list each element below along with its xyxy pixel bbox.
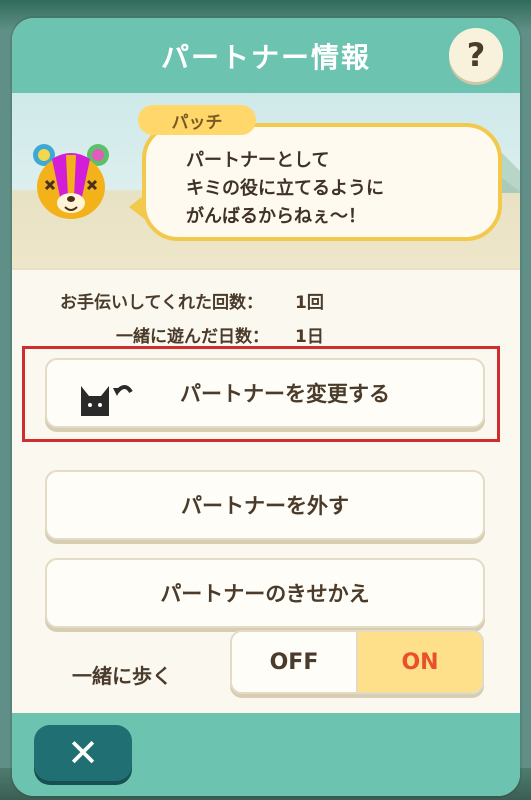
close-button[interactable]: ✕ [34, 725, 132, 781]
footer-bar: ✕ [12, 713, 520, 796]
remove-partner-label: パートナーを外す [181, 494, 349, 518]
partner-scene: パッチ パートナーとして キミの役に立てるように がんばるからねぇ～！ [12, 93, 520, 268]
help-button[interactable]: ? [449, 28, 503, 82]
change-partner-label: パートナーを変更する [180, 382, 390, 406]
question-mark-icon: ? [466, 36, 486, 74]
partner-info-dialog: パートナー情報 ? パッチ パートナーとして キミの役に立てるように がんばるか… [12, 18, 520, 796]
partner-name-tag: パッチ [138, 105, 256, 135]
title-bar: パートナー情報 [12, 18, 520, 93]
cat-swap-icon [81, 385, 133, 416]
page-title: パートナー情報 [160, 40, 371, 74]
speech-line: キミの役に立てるように [186, 178, 384, 199]
walk-together-toggle: OFF ON [230, 630, 484, 694]
toggle-off-option[interactable]: OFF [232, 632, 358, 692]
partner-content: お手伝いしてくれた回数： 1回 一緒に遊んだ日数： 1日 パートナーを変更する … [12, 268, 520, 715]
dress-up-button[interactable]: パートナーのきせかえ [45, 558, 485, 628]
speech-line: パートナーとして [186, 150, 330, 171]
speech-bubble: パートナーとして キミの役に立てるように がんばるからねぇ～！ [142, 123, 502, 241]
close-icon: ✕ [67, 731, 99, 775]
help-count-value: 1回 [295, 293, 324, 313]
change-partner-button[interactable]: パートナーを変更する [45, 358, 485, 428]
walk-together-label: 一緒に歩く [72, 664, 172, 688]
help-count-label: お手伝いしてくれた回数： [60, 293, 263, 313]
days-played-label: 一緒に遊んだ日数： [116, 327, 269, 347]
remove-partner-button[interactable]: パートナーを外す [45, 470, 485, 540]
partner-avatar [33, 144, 109, 219]
toggle-on-option[interactable]: ON [358, 632, 482, 692]
speech-line: がんばるからねぇ～！ [186, 206, 366, 227]
days-played-value: 1日 [295, 327, 324, 347]
dress-up-label: パートナーのきせかえ [160, 582, 370, 606]
